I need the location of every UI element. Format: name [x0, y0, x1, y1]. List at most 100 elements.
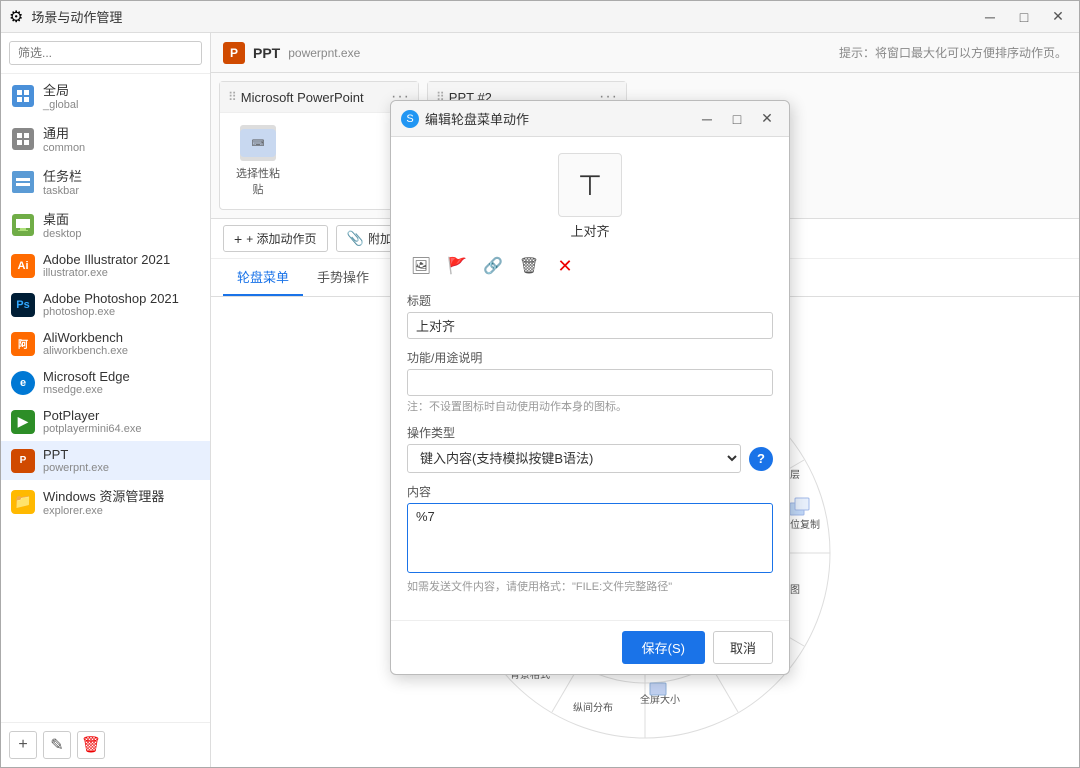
icon-delete-button[interactable]: ✕	[551, 252, 579, 280]
common-name: 通用	[43, 123, 85, 142]
icon-flag-button[interactable]: 🚩	[443, 252, 471, 280]
edge-name: Microsoft Edge	[43, 369, 130, 384]
icon-hint: 注：不设置图标时自动使用动作本身的图标。	[407, 398, 773, 414]
ppt-name: PPT	[43, 447, 109, 462]
page1-title: ⠿ Microsoft PowerPoint	[228, 90, 364, 105]
op-type-label: 操作类型	[407, 424, 773, 441]
svg-text:纵间分布: 纵间分布	[573, 701, 613, 714]
edit-dialog: S 编辑轮盘菜单动作 ─ □ ✕ ⊤ 上对齐 🖼 🚩 🔗 🗑 ✕ 标题	[390, 100, 790, 675]
icon-link-button[interactable]: 🔗	[479, 252, 507, 280]
file-hint: 如需发送文件内容，请使用格式："FILE:文件完整路径"	[407, 578, 773, 594]
sidebar-item-potplayer[interactable]: ▶ PotPlayer potplayermini64.exe	[1, 402, 210, 441]
desc-input[interactable]	[407, 369, 773, 396]
window-title: 场景与动作管理	[31, 7, 122, 26]
illustrator-sub: illustrator.exe	[43, 267, 170, 279]
potplayer-sub: potplayermini64.exe	[43, 423, 141, 435]
filter-input[interactable]	[9, 41, 202, 65]
dialog-footer: 保存(S) 取消	[391, 620, 789, 674]
icon-row: 🖼 🚩 🔗 🗑 ✕	[407, 252, 773, 280]
sidebar-bottom: + ✎ 🗑	[1, 722, 210, 767]
common-icon	[12, 128, 34, 150]
add-scene-button[interactable]: +	[9, 731, 37, 759]
sidebar-item-ppt[interactable]: P PPT powerpnt.exe	[1, 441, 210, 480]
illustrator-name: Adobe Illustrator 2021	[43, 252, 170, 267]
action-item-paste[interactable]: ⌨ 选择性粘贴	[228, 121, 288, 201]
taskbar-name: 任务栏	[43, 166, 82, 185]
close-button[interactable]: ✕	[1045, 7, 1071, 27]
dialog-minimize-button[interactable]: ─	[695, 109, 719, 129]
page1-title-text: Microsoft PowerPoint	[241, 90, 364, 105]
potplayer-name: PotPlayer	[43, 408, 141, 423]
title-bar-controls: ─ □ ✕	[977, 7, 1071, 27]
global-name: 全局	[43, 80, 78, 99]
action-preview: ⊤ 上对齐	[407, 153, 773, 240]
app-name: PPT	[253, 45, 280, 61]
op-type-select[interactable]: 键入内容(支持模拟按键B语法)	[407, 444, 741, 473]
desc-group: 功能/用途说明 注：不设置图标时自动使用动作本身的图标。	[407, 349, 773, 414]
window-icon: ⚙	[9, 7, 23, 27]
edge-icon: e	[11, 371, 35, 395]
save-button[interactable]: 保存(S)	[622, 631, 705, 664]
dialog-title-left: S 编辑轮盘菜单动作	[401, 109, 529, 128]
aliworkbench-sub: aliworkbench.exe	[43, 345, 128, 357]
ppt-icon: P	[11, 449, 35, 473]
minimize-button[interactable]: ─	[977, 7, 1003, 27]
sidebar-item-explorer[interactable]: 📁 Windows 资源管理器 explorer.exe	[1, 480, 210, 523]
app-header: P PPT powerpnt.exe 提示：将窗口最大化可以方便排序动作页。	[211, 33, 1079, 73]
explorer-icon: 📁	[11, 490, 35, 514]
add-icon: +	[234, 231, 242, 247]
sidebar-item-desktop[interactable]: 桌面 desktop	[1, 203, 210, 246]
dialog-title-bar: S 编辑轮盘菜单动作 ─ □ ✕	[391, 101, 789, 137]
label-input[interactable]	[407, 312, 773, 339]
dialog-maximize-button[interactable]: □	[725, 109, 749, 129]
title-bar: ⚙ 场景与动作管理 ─ □ ✕	[1, 1, 1079, 33]
preview-icon: ⊤	[558, 153, 622, 217]
pot-icon: ▶	[11, 410, 35, 434]
icon-image-button[interactable]: 🖼	[407, 252, 435, 280]
sidebar-item-photoshop[interactable]: Ps Adobe Photoshop 2021 photoshop.exe	[1, 285, 210, 324]
common-sub: common	[43, 142, 85, 154]
paste-icon: ⌨	[240, 125, 276, 161]
ali-icon: 阿	[11, 332, 35, 356]
label-group: 标题	[407, 292, 773, 339]
content-textarea[interactable]: %7	[407, 503, 773, 573]
dialog-title: 编辑轮盘菜单动作	[425, 109, 529, 128]
photoshop-name: Adobe Photoshop 2021	[43, 291, 179, 306]
app-hint: 提示：将窗口最大化可以方便排序动作页。	[839, 44, 1067, 61]
help-button[interactable]: ?	[749, 447, 773, 471]
icon-trash-button[interactable]: 🗑	[515, 252, 543, 280]
desc-field-label: 功能/用途说明	[407, 349, 773, 366]
delete-scene-button[interactable]: 🗑	[77, 731, 105, 759]
ppt-sub: powerpnt.exe	[43, 462, 109, 474]
sidebar-item-global[interactable]: 全局 _global	[1, 74, 210, 117]
add-page-button[interactable]: + + 添加动作页	[223, 225, 328, 252]
label-field-label: 标题	[407, 292, 773, 309]
dialog-body: ⊤ 上对齐 🖼 🚩 🔗 🗑 ✕ 标题 功能/用途说明 注：不设置图标时自动使用动…	[391, 137, 789, 620]
global-icon	[12, 85, 34, 107]
op-type-group: 操作类型 键入内容(支持模拟按键B语法) ?	[407, 424, 773, 473]
dialog-controls: ─ □ ✕	[695, 109, 779, 129]
global-sub: _global	[43, 99, 78, 111]
title-bar-left: ⚙ 场景与动作管理	[9, 7, 122, 27]
cancel-button[interactable]: 取消	[713, 631, 773, 664]
aliworkbench-name: AliWorkbench	[43, 330, 128, 345]
sidebar-item-edge[interactable]: e Microsoft Edge msedge.exe	[1, 363, 210, 402]
dialog-title-icon: S	[401, 110, 419, 128]
tab-wheel[interactable]: 轮盘菜单	[223, 259, 303, 296]
ai-icon: Ai	[11, 254, 35, 278]
explorer-name: Windows 资源管理器	[43, 486, 164, 505]
sidebar-item-common[interactable]: 通用 common	[1, 117, 210, 160]
sidebar-item-aliworkbench[interactable]: 阿 AliWorkbench aliworkbench.exe	[1, 324, 210, 363]
dialog-close-button[interactable]: ✕	[755, 109, 779, 129]
ps-icon: Ps	[11, 293, 35, 317]
edit-scene-button[interactable]: ✎	[43, 731, 71, 759]
explorer-sub: explorer.exe	[43, 505, 164, 517]
edge-sub: msedge.exe	[43, 384, 130, 396]
preview-label: 上对齐	[570, 221, 609, 240]
sidebar-item-taskbar[interactable]: 任务栏 taskbar	[1, 160, 210, 203]
content-label: 内容	[407, 483, 773, 500]
sidebar-filter	[1, 33, 210, 74]
tab-gesture[interactable]: 手势操作	[303, 259, 383, 296]
maximize-button[interactable]: □	[1011, 7, 1037, 27]
sidebar-item-illustrator[interactable]: Ai Adobe Illustrator 2021 illustrator.ex…	[1, 246, 210, 285]
